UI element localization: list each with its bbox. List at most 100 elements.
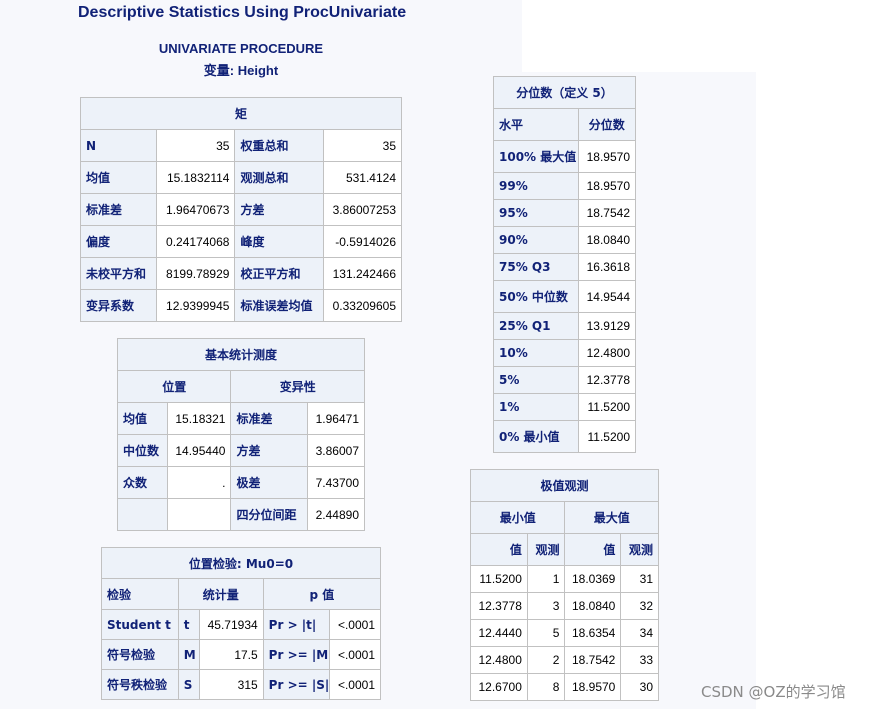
value-cell: 1 (526, 565, 566, 593)
row-label: 未校平方和 (79, 257, 158, 290)
value-cell: 15.18321 (167, 402, 232, 435)
table-row: 0% 最小值 11.5200 (493, 420, 637, 453)
value-cell: 131.242466 (322, 257, 403, 290)
row-label: 99% (493, 172, 579, 200)
page-title: Descriptive Statistics Using ProcUnivari… (78, 4, 407, 21)
value-cell: 12.4800 (577, 339, 637, 367)
value-cell: 16.3618 (577, 253, 637, 281)
value-cell: 18.0369 (564, 565, 622, 593)
value-cell: 35 (156, 129, 236, 162)
row-label: 校正平方和 (234, 257, 324, 290)
table-row: 中位数 14.95440 方差 3.86007 (116, 434, 366, 467)
location-header: 位置 (116, 370, 232, 403)
quantile-header: 分位数 (577, 108, 637, 141)
row-label: 符号秩检验 (101, 669, 179, 700)
table-row: 变异系数 12.9399945 标准误差均值 0.33209605 (79, 289, 403, 322)
value-cell: 14.95440 (167, 434, 232, 467)
table-row: 75% Q3 16.3618 (493, 253, 637, 281)
quantiles-table: 分位数（定义 5） 水平 分位数 100% 最大值 18.9570 99% 18.9… (493, 76, 637, 453)
value-cell: 12.4440 (470, 619, 528, 647)
row-label: 25% Q1 (493, 312, 579, 340)
row-label: 观测总和 (234, 161, 324, 194)
row-label: 90% (493, 226, 579, 254)
table-row: 符号检验 M 17.5 Pr >= |M| <.0001 (101, 639, 381, 670)
table-row: 均值 15.1832114 观测总和 531.4124 (79, 161, 403, 194)
row-label: 符号检验 (101, 639, 179, 670)
value-cell: 315 (199, 669, 264, 700)
pvalue-label: Pr >= |S| (262, 669, 331, 700)
value-cell: 15.1832114 (156, 161, 236, 194)
table-row: 标准差 1.96470673 方差 3.86007253 (79, 193, 403, 226)
variable-label: 变量: Height (203, 63, 279, 78)
value-cell: 18.9570 (577, 140, 637, 173)
row-label: 峰度 (234, 225, 324, 258)
row-label: 标准误差均值 (234, 289, 324, 322)
value-cell: 12.3778 (577, 366, 637, 394)
row-label: 均值 (116, 402, 169, 435)
table-row: 偏度 0.24174068 峰度 -0.5914026 (79, 225, 403, 258)
pvalue-label: Pr > |t| (262, 609, 331, 640)
value-cell: 12.3778 (470, 592, 528, 620)
value-cell: 12.6700 (470, 673, 528, 701)
highest-header: 最大值 (564, 501, 659, 534)
row-label: 0% 最小值 (493, 420, 579, 453)
obs-header: 观测 (620, 533, 659, 566)
statistic-symbol: S (177, 669, 201, 700)
row-label: 均值 (79, 161, 158, 194)
value-cell: 13.9129 (577, 312, 637, 340)
value-cell: 18.7542 (564, 646, 622, 674)
row-label: 1% (493, 393, 579, 421)
table-row: 12.4800 2 18.7542 33 (470, 646, 659, 674)
table-row: N 35 权重总和 35 (79, 129, 403, 162)
row-label: Student t (101, 609, 179, 640)
value-cell: 18.6354 (564, 619, 622, 647)
table-row: 符号秩检验 S 315 Pr >= |S| <.0001 (101, 669, 381, 700)
row-label: 75% Q3 (493, 253, 579, 281)
value-cell: 30 (620, 673, 659, 701)
extremes-caption: 极值观测 (470, 469, 659, 502)
value-cell: 1.96470673 (156, 193, 236, 226)
value-cell: 32 (620, 592, 659, 620)
moments-caption: 矩 (80, 97, 402, 130)
lowest-header: 最小值 (469, 501, 566, 534)
row-label: 10% (493, 339, 579, 367)
value-cell: 12.4800 (470, 646, 528, 674)
table-row: 25% Q1 13.9129 (493, 312, 637, 340)
value-cell: 2.44890 (306, 498, 366, 531)
table-row: 12.3778 3 18.0840 32 (470, 592, 659, 620)
value-cell: 33 (620, 646, 659, 674)
watermark: CSDN @OZ的学习馆 (701, 683, 846, 701)
row-label: 众数 (116, 466, 169, 499)
row-label: 标准差 (79, 193, 158, 226)
value-cell: 1.96471 (306, 402, 366, 435)
value-cell: 3.86007 (306, 434, 366, 467)
row-label: 5% (493, 366, 579, 394)
value-cell: 0.33209605 (322, 289, 403, 322)
value-header: 值 (564, 533, 622, 566)
row-label: 50% 中位数 (493, 280, 579, 313)
table-row: 12.4440 5 18.6354 34 (470, 619, 659, 647)
table-row: Student t t 45.71934 Pr > |t| <.0001 (101, 609, 381, 640)
location-test-caption: 位置检验: Mu0=0 (101, 547, 381, 579)
row-label: 变异系数 (79, 289, 158, 322)
value-cell: 12.9399945 (156, 289, 236, 322)
value-cell: . (167, 466, 232, 499)
row-label: 四分位间距 (230, 498, 308, 531)
row-label: 95% (493, 199, 579, 227)
value-cell: 531.4124 (322, 161, 403, 194)
value-cell: 34 (620, 619, 659, 647)
value-cell: <.0001 (329, 609, 381, 640)
location-test-table: 位置检验: Mu0=0 检验 统计量 p 值 Student t t 45.71… (101, 547, 382, 700)
value-cell: 18.7542 (577, 199, 637, 227)
value-cell: 35 (322, 129, 403, 162)
row-label: 方差 (234, 193, 324, 226)
row-label: 方差 (230, 434, 308, 467)
value-cell: 3 (526, 592, 566, 620)
table-row: 10% 12.4800 (493, 339, 637, 367)
pvalue-header: p 值 (262, 578, 382, 610)
value-cell: 18.9570 (564, 673, 622, 701)
table-row: 未校平方和 8199.78929 校正平方和 131.242466 (79, 257, 403, 290)
value-cell: 17.5 (199, 639, 264, 670)
value-cell: 3.86007253 (322, 193, 403, 226)
table-row: 99% 18.9570 (493, 172, 637, 200)
